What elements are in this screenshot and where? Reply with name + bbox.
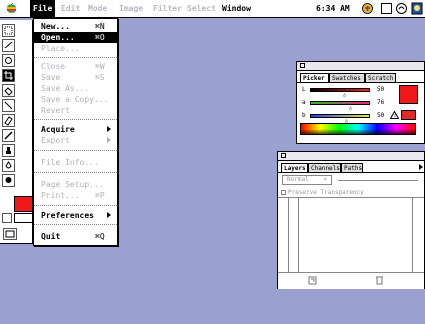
eraser-tool-icon[interactable]	[2, 114, 15, 127]
menu-bar: File Edit Mode Image Filter Select Windo…	[0, 0, 425, 18]
layers-palette: Layers Channels Paths Normal ▾ Preserve …	[277, 151, 425, 289]
menu-separator	[34, 205, 117, 206]
help-balloon-icon[interactable]	[362, 3, 373, 14]
menu-item-new[interactable]: New... ⌘N	[34, 21, 117, 32]
app-switcher-icon[interactable]	[396, 3, 407, 14]
menu-item-preferences[interactable]: Preferences	[34, 210, 117, 221]
marquee-tool-icon[interactable]	[2, 24, 15, 37]
tab-paths[interactable]: Paths	[341, 163, 363, 172]
menu-separator	[34, 172, 117, 173]
menu-item-revert: Revert	[41, 106, 70, 115]
svg-text:!: !	[394, 114, 397, 119]
foreground-color-swatch[interactable]	[14, 196, 33, 212]
menu-item-close: Close ⌘W	[41, 62, 105, 71]
paint-bucket-tool-icon[interactable]	[2, 84, 15, 97]
close-box-icon[interactable]	[300, 63, 305, 68]
current-color-preview[interactable]	[399, 85, 418, 104]
chevron-down-icon: ▾	[323, 176, 327, 183]
pencil-tool-icon[interactable]	[2, 129, 15, 142]
crop-tool-icon[interactable]	[2, 69, 15, 82]
blend-mode-select[interactable]: Normal ▾	[282, 175, 332, 185]
lasso-tool-icon[interactable]	[2, 39, 15, 52]
tab-scratch[interactable]: Scratch	[365, 73, 396, 82]
preserve-transparency-checkbox[interactable]	[281, 190, 286, 195]
new-layer-icon[interactable]	[308, 276, 317, 285]
menu-item-save-as: Save As...	[41, 84, 90, 93]
menu-item-export: Export	[34, 135, 117, 146]
slider-triangle-icon[interactable]: △	[349, 105, 352, 111]
menu-item-place: Place...	[41, 44, 80, 53]
menu-item-print: Print... ⌘P	[41, 191, 105, 200]
menu-item-acquire[interactable]: Acquire	[34, 124, 117, 135]
menu-separator	[34, 119, 117, 120]
line-tool-icon[interactable]	[2, 99, 15, 112]
b-slider[interactable]	[310, 114, 370, 118]
opacity-slider-track[interactable]	[338, 180, 418, 181]
tab-layers[interactable]: Layers	[281, 163, 308, 172]
menu-separator	[34, 224, 117, 225]
apple-menu-icon[interactable]	[6, 3, 17, 14]
menu-item-open[interactable]: Open... ⌘O	[34, 32, 117, 43]
menu-select[interactable]: Select	[187, 0, 216, 17]
menu-item-quit[interactable]: Quit ⌘Q	[34, 231, 117, 242]
standard-mode-icon[interactable]	[3, 228, 17, 240]
background-color-swatch[interactable]	[14, 213, 33, 223]
dodge-tool-icon[interactable]	[2, 174, 15, 187]
menu-separator	[34, 150, 117, 151]
menu-item-page-setup: Page Setup...	[41, 180, 104, 189]
menu-item-save-a-copy: Save a Copy...	[41, 95, 109, 104]
menu-window[interactable]: Window	[222, 0, 251, 17]
rubber-stamp-tool-icon[interactable]	[2, 144, 15, 157]
close-box-icon[interactable]	[281, 153, 286, 158]
photoshop-app-icon[interactable]	[411, 2, 423, 15]
menu-edit[interactable]: Edit	[61, 0, 80, 17]
color-ramp-shade	[300, 129, 416, 135]
hand-tool-icon[interactable]	[2, 54, 15, 67]
toolbox-palette	[0, 20, 33, 244]
menu-item-file-info: File Info...	[41, 158, 99, 167]
preserve-transparency-label: Preserve Transparency	[288, 189, 364, 196]
channel-label-l: L	[302, 86, 306, 93]
palette-menu-arrow-icon[interactable]	[418, 163, 424, 171]
gamut-color-swatch[interactable]	[401, 110, 416, 120]
tab-swatches[interactable]: Swatches	[329, 73, 365, 82]
channel-label-b: b	[302, 112, 306, 119]
menu-file[interactable]: File	[30, 0, 56, 17]
submenu-arrow-icon	[107, 212, 111, 218]
b-value[interactable]: 50	[377, 112, 384, 119]
tab-picker[interactable]: Picker	[300, 73, 329, 82]
layers-scrollbar[interactable]	[412, 198, 424, 272]
menu-mode[interactable]: Mode	[88, 0, 107, 17]
application-icon[interactable]	[381, 3, 392, 14]
a-slider[interactable]	[310, 101, 370, 105]
palette-title-bar[interactable]	[297, 62, 424, 71]
palette-title-bar[interactable]	[278, 152, 424, 161]
menu-filter[interactable]: Filter	[153, 0, 182, 17]
submenu-arrow-icon	[107, 137, 111, 143]
trash-icon[interactable]	[375, 275, 384, 285]
smudge-tool-icon[interactable]	[2, 159, 15, 172]
file-menu: New... ⌘N Open... ⌘O Place... Close ⌘W Save…	[33, 18, 118, 246]
l-value[interactable]: 50	[377, 86, 384, 93]
submenu-arrow-icon	[107, 126, 111, 132]
menu-image[interactable]: Image	[119, 0, 143, 17]
slider-triangle-icon[interactable]: △	[343, 92, 346, 98]
menu-item-save: Save ⌘S	[41, 73, 105, 82]
menubar-clock: 6:34 AM	[316, 4, 350, 13]
gamut-warning-icon: !	[390, 111, 399, 119]
tab-channels[interactable]: Channels	[308, 163, 341, 172]
menu-separator	[34, 57, 117, 58]
picker-palette: Picker Swatches Scratch L △ 50 a △ 76 b …	[296, 61, 425, 144]
default-colors-icon[interactable]	[2, 213, 12, 223]
a-value[interactable]: 76	[377, 99, 384, 106]
l-slider[interactable]	[310, 88, 370, 92]
channel-label-a: a	[302, 99, 306, 106]
